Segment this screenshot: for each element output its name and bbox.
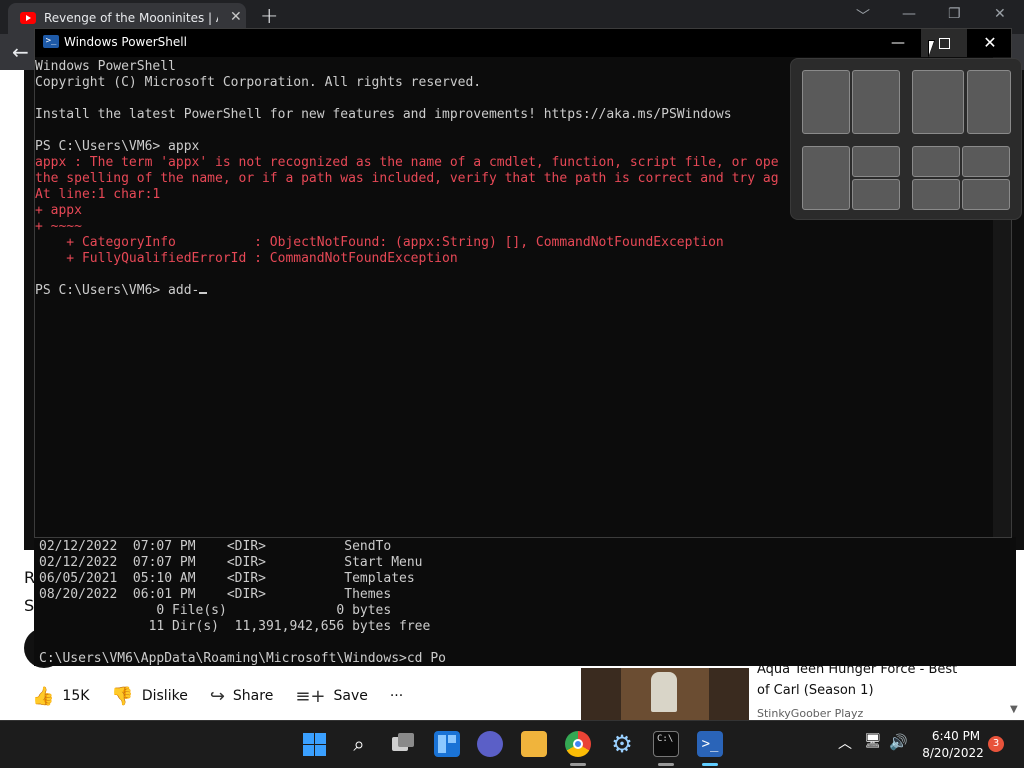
browser-restore-icon[interactable]: ❐ <box>948 6 961 22</box>
save-button[interactable]: ≡+ Save <box>295 686 368 707</box>
snap-zone-narrow-right[interactable] <box>967 70 1011 134</box>
powershell-titlebar[interactable]: >_ Windows PowerShell — ✕ <box>35 29 1011 57</box>
console-line: 02/12/2022 07:07 PM <DIR> SendTo <box>39 539 392 554</box>
clock-date[interactable]: 8/20/2022 <box>918 746 988 760</box>
notification-badge[interactable]: 3 <box>988 736 1004 752</box>
like-button[interactable]: 👍 15K <box>32 686 89 707</box>
youtube-icon <box>20 12 36 24</box>
background-console-window[interactable]: 02/12/2022 07:07 PM <DIR> SendTo 02/12/2… <box>34 537 1016 666</box>
dislike-button[interactable]: 👎 Dislike <box>111 686 187 707</box>
share-label: Share <box>232 688 274 704</box>
chrome-running-indicator <box>570 763 586 766</box>
new-tab-button[interactable]: + <box>260 4 278 29</box>
snap-zone-half-left[interactable] <box>802 70 850 134</box>
ps-error-line: + appx <box>35 203 82 218</box>
recommended-title-line-2[interactable]: of Carl (Season 1) <box>757 683 874 698</box>
video-actions: 👍 15K 👎 Dislike ↪ Share ≡+ Save ··· <box>32 686 425 707</box>
close-button[interactable]: ✕ <box>967 29 1013 57</box>
command-prompt-icon[interactable]: C:\ <box>653 731 679 757</box>
chrome-icon[interactable] <box>565 731 591 757</box>
like-count: 15K <box>62 688 90 704</box>
mouse-pointer-icon <box>928 40 942 58</box>
start-windows-icon[interactable] <box>301 731 327 757</box>
text-cursor <box>199 292 208 294</box>
more-actions-button[interactable]: ··· <box>390 688 403 704</box>
volume-icon[interactable]: 🔊 <box>889 733 908 751</box>
thumbs-up-icon: 👍 <box>32 685 55 707</box>
snap-zone-quad-top-left[interactable] <box>912 146 960 177</box>
browser-close-icon[interactable]: ✕ <box>994 6 1006 22</box>
snap-layouts-flyout <box>790 58 1022 220</box>
save-label: Save <box>333 688 368 704</box>
console-line: 0 File(s) 0 bytes <box>39 603 392 618</box>
thumbs-down-icon: 👎 <box>111 685 134 707</box>
tab-search-icon[interactable]: ﹀ <box>856 6 870 26</box>
ps-error-line: appx : The term 'appx' is not recognized… <box>35 155 779 170</box>
snap-zone-wide-left[interactable] <box>912 70 964 134</box>
back-arrow-icon[interactable]: ← <box>12 40 29 64</box>
more-dots-icon: ··· <box>389 688 404 704</box>
recommended-video-thumbnail[interactable] <box>581 668 749 720</box>
powershell-icon: >_ <box>43 35 59 48</box>
console-line: 08/20/2022 06:01 PM <DIR> Themes <box>39 587 392 602</box>
recommended-channel[interactable]: StinkyGoober Playz <box>757 707 863 720</box>
snap-zone-quad-bottom-right[interactable] <box>962 179 1010 210</box>
dislike-label: Dislike <box>141 688 188 704</box>
ps-install-message: Install the latest PowerShell for new fe… <box>35 107 732 122</box>
recommended-more-icon[interactable]: ▼ <box>1010 704 1018 715</box>
taskbar: ⌕ ⚙ C:\ >_ ︿ 🖥 🔊 6:40 PM 8/20/2022 3 <box>0 720 1024 768</box>
file-explorer-icon[interactable] <box>521 731 547 757</box>
ps-error-line: At line:1 char:1 <box>35 187 161 202</box>
snap-zone-left-tall[interactable] <box>802 146 850 210</box>
thumbnail-figure <box>651 672 677 712</box>
tray-overflow-chevron-icon[interactable]: ︿ <box>838 733 852 753</box>
browser-minimize-icon[interactable]: — <box>902 6 916 22</box>
console-line: C:\Users\VM6\AppData\Roaming\Microsoft\W… <box>39 651 446 666</box>
window-title: Windows PowerShell <box>64 35 187 49</box>
browser-tab-title: Revenge of the Mooninites | Aqu <box>44 11 218 25</box>
cmd-running-indicator <box>658 763 674 766</box>
console-line: 11 Dir(s) 11,391,942,656 bytes free <box>39 619 431 634</box>
search-icon[interactable]: ⌕ <box>346 731 372 757</box>
powershell-active-indicator <box>702 763 718 766</box>
ps-header-line: Windows PowerShell <box>35 59 176 74</box>
console-line: 06/05/2021 05:10 AM <DIR> Templates <box>39 571 415 586</box>
task-view-icon[interactable] <box>390 731 416 757</box>
ps-error-line: + FullyQualifiedErrorId : CommandNotFoun… <box>35 251 458 266</box>
share-button[interactable]: ↪ Share <box>210 686 274 707</box>
powershell-taskbar-icon[interactable]: >_ <box>697 731 723 757</box>
teams-chat-icon[interactable] <box>477 731 503 757</box>
ps-prompt-line: PS C:\Users\VM6> appx <box>35 139 200 154</box>
ps-copyright-line: Copyright (C) Microsoft Corporation. All… <box>35 75 482 90</box>
share-icon: ↪ <box>209 685 225 707</box>
widgets-icon[interactable] <box>434 731 460 757</box>
ps-error-line: + CategoryInfo : ObjectNotFound: (appx:S… <box>35 235 724 250</box>
network-icon[interactable]: 🖥 <box>864 733 882 749</box>
ps-error-line: the spelling of the name, or if a path w… <box>35 171 779 186</box>
playlist-add-icon: ≡+ <box>295 685 326 707</box>
ps-error-line: + ~~~~ <box>35 219 82 234</box>
snap-zone-quad-top-right[interactable] <box>962 146 1010 177</box>
settings-gear-icon[interactable]: ⚙ <box>609 731 635 757</box>
ps-current-input[interactable]: PS C:\Users\VM6> add- <box>35 283 199 298</box>
snap-zone-right-bottom[interactable] <box>852 179 900 210</box>
console-line: 02/12/2022 07:07 PM <DIR> Start Menu <box>39 555 423 570</box>
snap-zone-right-top[interactable] <box>852 146 900 177</box>
snap-zone-half-right[interactable] <box>852 70 900 134</box>
tab-close-icon[interactable]: ✕ <box>230 9 242 25</box>
clock-time[interactable]: 6:40 PM <box>928 729 984 743</box>
snap-zone-quad-bottom-left[interactable] <box>912 179 960 210</box>
minimize-button[interactable]: — <box>875 29 921 57</box>
